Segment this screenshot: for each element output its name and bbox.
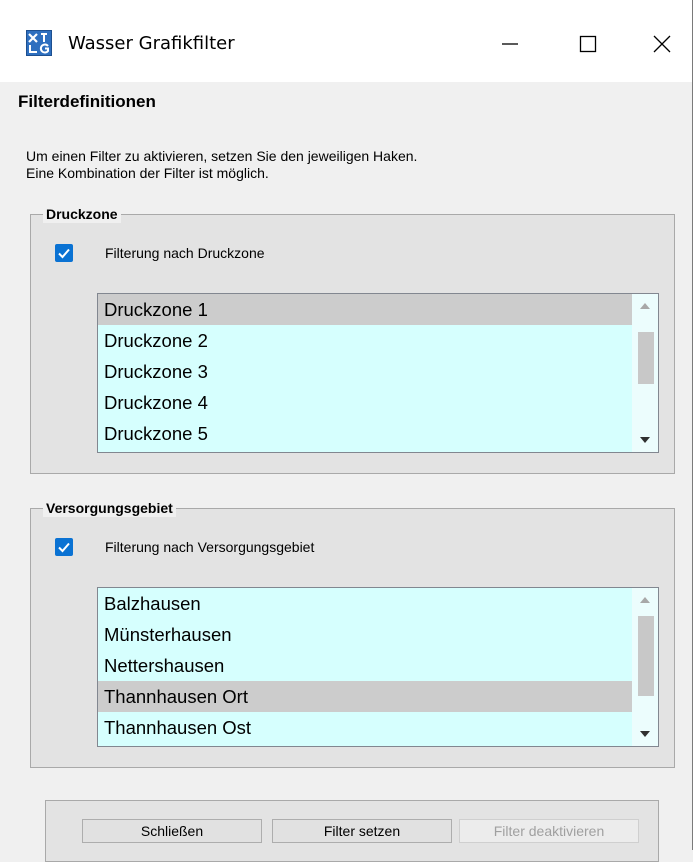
list-item[interactable]: Druckzone 3: [98, 356, 632, 387]
apply-filter-button[interactable]: Filter setzen: [272, 819, 452, 843]
scroll-down-arrow-icon: [640, 437, 650, 443]
app-logo-icon: [26, 30, 52, 56]
list-item[interactable]: Münsterhausen: [98, 619, 632, 650]
druckzone-scrollbar[interactable]: [632, 294, 658, 452]
checkmark-icon: [58, 542, 70, 553]
scroll-down-button[interactable]: [632, 724, 658, 744]
versorgungsgebiet-filter-toggle[interactable]: Filterung nach Versorgungsgebiet: [55, 538, 314, 556]
window-title: Wasser Grafikfilter: [68, 33, 235, 54]
checkmark-icon: [58, 248, 70, 259]
list-item[interactable]: Druckzone 1: [98, 294, 632, 325]
list-item[interactable]: Balzhausen: [98, 588, 632, 619]
section-heading: Filterdefinitionen: [18, 92, 156, 111]
deactivate-filter-button[interactable]: Filter deaktivieren: [459, 819, 639, 843]
druckzone-filter-toggle[interactable]: Filterung nach Druckzone: [55, 244, 265, 262]
maximize-icon: [579, 35, 597, 53]
versorgungsgebiet-checkbox-label: Filterung nach Versorgungsgebiet: [105, 539, 315, 555]
minimize-icon: [502, 43, 518, 45]
list-item[interactable]: Druckzone 4: [98, 387, 632, 418]
button-panel: Schließen Filter setzen Filter deaktivie…: [45, 800, 659, 862]
druckzone-checkbox-label: Filterung nach Druckzone: [105, 245, 265, 261]
instructions-text: Um einen Filter zu aktivieren, setzen Si…: [26, 148, 417, 182]
minimize-button[interactable]: [488, 22, 532, 66]
versorgungsgebiet-group: Versorgungsgebiet Filterung nach Versorg…: [30, 499, 675, 768]
scroll-down-arrow-icon: [640, 731, 650, 737]
druckzone-list-items: Druckzone 1 Druckzone 2 Druckzone 3 Druc…: [98, 294, 632, 449]
druckzone-checkbox[interactable]: [55, 244, 73, 262]
versorgungsgebiet-legend: Versorgungsgebiet: [43, 499, 176, 517]
scroll-up-button[interactable]: [632, 590, 658, 610]
list-item[interactable]: Thannhausen Ost: [98, 712, 632, 743]
instruction-line: Um einen Filter zu aktivieren, setzen Si…: [26, 148, 418, 164]
filter-dialog-window: Wasser Grafikfilter Filterdefinitionen U…: [0, 0, 693, 862]
list-item[interactable]: Druckzone 5: [98, 418, 632, 449]
versorgungsgebiet-listbox[interactable]: Balzhausen Münsterhausen Nettershausen T…: [97, 587, 659, 747]
versorgungsgebiet-scrollbar[interactable]: [632, 588, 658, 746]
title-bar[interactable]: Wasser Grafikfilter: [0, 0, 692, 82]
druckzone-legend: Druckzone: [43, 205, 121, 223]
versorgungsgebiet-checkbox[interactable]: [55, 538, 73, 556]
maximize-button[interactable]: [566, 22, 610, 66]
close-icon: [653, 35, 671, 53]
druckzone-listbox[interactable]: Druckzone 1 Druckzone 2 Druckzone 3 Druc…: [97, 293, 659, 453]
scroll-down-button[interactable]: [632, 430, 658, 450]
instruction-line: Eine Kombination der Filter ist möglich.: [26, 165, 269, 181]
close-window-button[interactable]: [640, 22, 684, 66]
list-item[interactable]: Nettershausen: [98, 650, 632, 681]
versorgungsgebiet-list-items: Balzhausen Münsterhausen Nettershausen T…: [98, 588, 632, 743]
list-item[interactable]: Druckzone 2: [98, 325, 632, 356]
scroll-up-arrow-icon: [640, 597, 650, 603]
scrollbar-thumb[interactable]: [638, 616, 654, 696]
close-button[interactable]: Schließen: [82, 819, 262, 843]
scroll-up-button[interactable]: [632, 296, 658, 316]
scrollbar-thumb[interactable]: [638, 332, 654, 384]
druckzone-group: Druckzone Filterung nach Druckzone Druck…: [30, 205, 675, 474]
list-item[interactable]: Thannhausen Ort: [98, 681, 632, 712]
scroll-up-arrow-icon: [640, 303, 650, 309]
